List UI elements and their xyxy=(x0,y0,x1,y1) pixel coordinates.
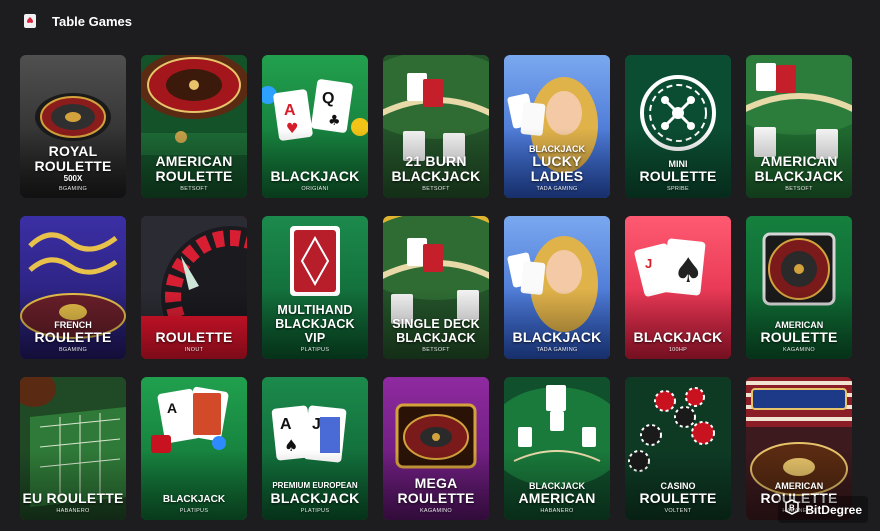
game-provider: SPRIBE xyxy=(667,186,689,192)
game-tile-american-roulette[interactable]: AMERICAN ROULETTE BETSOFT xyxy=(141,55,247,198)
game-provider: ORIGIANI xyxy=(301,186,329,192)
game-title: EU ROULETTE xyxy=(22,490,124,506)
game-tile-multihand-blackjack-vip[interactable]: MULTIHAND BLACKJACK VIP PLATIPUS xyxy=(262,216,368,359)
svg-text:♠: ♠ xyxy=(673,251,703,291)
cards-icon xyxy=(22,13,38,29)
game-provider: TADA GAMING xyxy=(536,347,578,353)
svg-text:A: A xyxy=(284,102,296,119)
bitdegree-logo-icon: B xyxy=(784,499,800,520)
game-title-prefix: BLACKJACK xyxy=(162,494,226,505)
watermark-text: BitDegree xyxy=(805,502,862,517)
game-tile-mini-roulette[interactable]: MINI ROULETTE SPRIBE xyxy=(625,55,731,198)
game-tile-21-burn-blackjack[interactable]: 21 BURN BLACKJACK BETSOFT xyxy=(383,55,489,198)
game-tile-royal-roulette[interactable]: ROYAL ROULETTE 500X BGAMING xyxy=(20,55,126,198)
game-title: AMERICAN xyxy=(518,490,596,506)
svg-text:J: J xyxy=(645,256,652,271)
section-header: Table Games xyxy=(22,10,132,32)
game-title: AMERICAN BLACKJACK xyxy=(754,153,844,184)
game-provider: BGAMING xyxy=(58,186,88,192)
game-title: MEGA ROULETTE xyxy=(397,475,475,506)
svg-text:♣: ♣ xyxy=(328,113,341,129)
game-title: ROULETTE xyxy=(760,329,838,345)
game-title: ROULETTE xyxy=(639,490,717,506)
game-provider: TADA GAMING xyxy=(536,186,578,192)
game-title: BLACKJACK xyxy=(512,329,602,345)
svg-text:Q: Q xyxy=(322,90,334,107)
games-grid: ROYAL ROULETTE 500X BGAMING AMERICAN ROU… xyxy=(20,55,852,520)
game-tile-american-roulette-kagamino[interactable]: AMERICAN ROULETTE KAGAMINO xyxy=(746,216,852,359)
game-title: LUCKY LADIES xyxy=(530,153,584,184)
game-title: MULTIHAND BLACKJACK VIP xyxy=(275,303,355,345)
game-provider: 100HP xyxy=(668,347,688,353)
game-title: BLACKJACK xyxy=(270,168,360,184)
game-tile-mega-roulette[interactable]: MEGA ROULETTE KAGAMINO xyxy=(383,377,489,520)
game-tile-blackjack-platipus[interactable]: A BLACKJACK PLATIPUS xyxy=(141,377,247,520)
game-tile-blackjack-origiani[interactable]: A ♥ Q ♣ BLACKJACK ORIGIANI xyxy=(262,55,368,198)
game-provider: BETSOFT xyxy=(180,186,208,192)
bitdegree-watermark: B BitDegree xyxy=(778,496,868,523)
game-provider: PLATIPUS xyxy=(179,508,209,514)
game-title: BLACKJACK xyxy=(270,490,360,506)
svg-text:A: A xyxy=(167,400,177,416)
game-tile-blackjack-tada[interactable]: BLACKJACK TADA GAMING xyxy=(504,216,610,359)
game-provider: VOLTENT xyxy=(664,508,692,514)
game-provider: PLATIPUS xyxy=(300,347,330,353)
game-provider: BETSOFT xyxy=(422,347,450,353)
game-provider: BETSOFT xyxy=(785,186,813,192)
svg-text:B: B xyxy=(789,504,795,513)
game-provider: INOUT xyxy=(184,347,204,353)
game-title: AMERICAN ROULETTE xyxy=(155,153,233,184)
game-provider: PLATIPUS xyxy=(300,508,330,514)
game-title: 21 BURN BLACKJACK xyxy=(391,153,481,184)
game-subtitle: 500X xyxy=(63,174,83,183)
game-tile-roulette-inout[interactable]: ROULETTE INOUT xyxy=(141,216,247,359)
game-title: ROYAL ROULETTE xyxy=(34,143,112,174)
game-title: BLACKJACK xyxy=(633,329,723,345)
game-tile-casino-roulette[interactable]: CASINO ROULETTE VOLTENT xyxy=(625,377,731,520)
game-tile-premium-european-blackjack[interactable]: A ♠ J PREMIUM EUROPEAN BLACKJACK PLATIPU… xyxy=(262,377,368,520)
game-title: SINGLE DECK BLACKJACK xyxy=(392,317,480,345)
game-provider: HABANERO xyxy=(56,508,90,514)
svg-text:J: J xyxy=(312,416,321,433)
game-tile-french-roulette[interactable]: FRENCH ROULETTE BGAMING xyxy=(20,216,126,359)
game-tile-eu-roulette[interactable]: EU ROULETTE HABANERO xyxy=(20,377,126,520)
game-provider: HABANERO xyxy=(540,508,574,514)
game-title: ROULETTE xyxy=(639,168,717,184)
game-provider: KAGAMINO xyxy=(419,508,453,514)
game-tile-american-blackjack[interactable]: AMERICAN BLACKJACK BETSOFT xyxy=(746,55,852,198)
game-tile-single-deck-blackjack[interactable]: SINGLE DECK BLACKJACK BETSOFT xyxy=(383,216,489,359)
section-title: Table Games xyxy=(52,13,132,29)
game-tile-blackjack-american[interactable]: BLACKJACK AMERICAN HABANERO xyxy=(504,377,610,520)
game-provider: BETSOFT xyxy=(422,186,450,192)
game-title: ROULETTE xyxy=(34,329,112,345)
game-provider: KAGAMINO xyxy=(782,347,816,353)
svg-text:A: A xyxy=(280,416,292,433)
game-tile-blackjack-100hp[interactable]: J ♠ BLACKJACK 100HP xyxy=(625,216,731,359)
game-title: ROULETTE xyxy=(155,329,233,345)
game-provider: BGAMING xyxy=(58,347,88,353)
game-tile-lucky-ladies[interactable]: BLACKJACK LUCKY LADIES TADA GAMING xyxy=(504,55,610,198)
